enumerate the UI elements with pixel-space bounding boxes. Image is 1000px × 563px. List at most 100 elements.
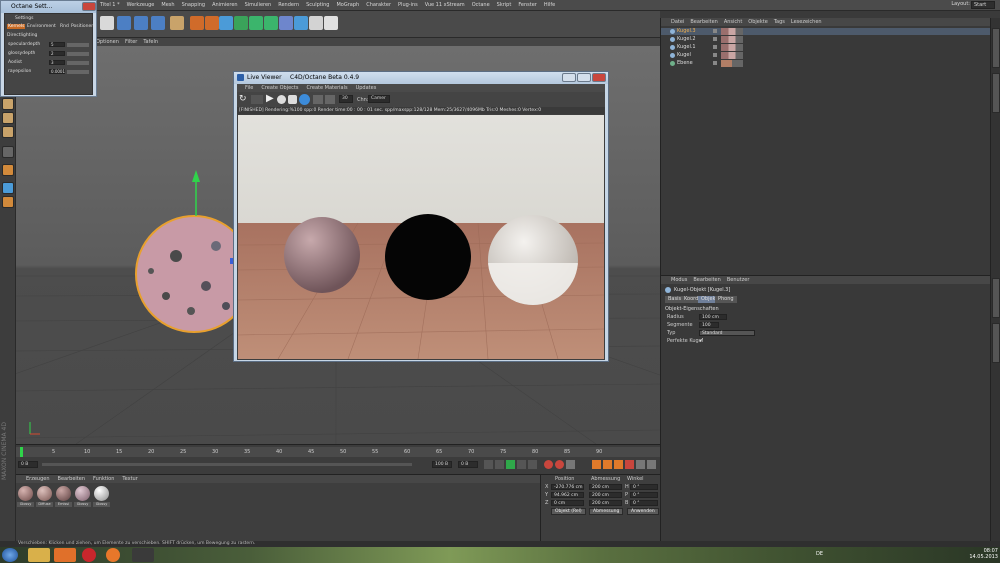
- obj-menu-lesezeichen[interactable]: Lesezeichen: [791, 19, 822, 25]
- size-y-field[interactable]: 200 cm: [589, 492, 622, 498]
- material-tags[interactable]: [721, 60, 743, 67]
- material-tags[interactable]: [721, 36, 743, 43]
- material-tags[interactable]: [721, 52, 743, 59]
- close-icon[interactable]: [82, 2, 96, 11]
- end-frame-field[interactable]: 100 B: [432, 461, 452, 468]
- z-axis-lock-icon[interactable]: [151, 16, 165, 30]
- document-tab[interactable]: Titel 1 *: [100, 2, 120, 8]
- viewport-menu-filter[interactable]: Filter: [125, 39, 137, 45]
- texture-mode-icon[interactable]: [2, 112, 14, 124]
- material-tags[interactable]: [721, 28, 743, 35]
- octane-glossydepth-slider[interactable]: [67, 52, 89, 56]
- spline-icon[interactable]: [249, 16, 263, 30]
- material-swatch[interactable]: [37, 486, 52, 501]
- octane-speculardepth-slider[interactable]: [67, 43, 89, 47]
- position-y-field[interactable]: 94.962 cm: [551, 492, 584, 498]
- language-indicator[interactable]: DE: [816, 551, 823, 557]
- scene-icon[interactable]: [294, 16, 308, 30]
- segments-field[interactable]: 100: [699, 322, 719, 328]
- clock-date[interactable]: 14.05.2013: [969, 554, 998, 560]
- settings-icon[interactable]: [277, 95, 286, 104]
- visibility-switch[interactable]: [713, 45, 717, 49]
- keyframe-selection-icon[interactable]: [566, 460, 575, 469]
- coord-size-select[interactable]: Abmessung: [589, 508, 624, 515]
- size-z-field[interactable]: 200 cm: [589, 500, 622, 506]
- camera-icon[interactable]: [309, 16, 323, 30]
- samples-field[interactable]: 30: [339, 95, 353, 103]
- viewport-menu-optionen[interactable]: Optionen: [96, 39, 119, 45]
- key-rotation-icon[interactable]: [614, 460, 623, 469]
- object-row[interactable]: Kugel.2: [661, 36, 991, 43]
- menu-mograph[interactable]: MoGraph: [336, 2, 359, 8]
- points-mode-icon[interactable]: [2, 146, 14, 158]
- octane-speculardepth-field[interactable]: 5: [49, 42, 65, 47]
- polygons-mode-icon[interactable]: [2, 182, 14, 194]
- render-picture-icon[interactable]: [205, 16, 219, 30]
- type-select[interactable]: Standard: [699, 330, 755, 336]
- coordinate-system-icon[interactable]: [170, 16, 184, 30]
- octane-aodist-slider[interactable]: [67, 61, 89, 65]
- deformer-icon[interactable]: [279, 16, 293, 30]
- y-axis-lock-icon[interactable]: [134, 16, 148, 30]
- playhead[interactable]: [20, 447, 23, 457]
- apply-button[interactable]: Anwenden: [627, 508, 659, 515]
- position-z-field[interactable]: 0 cm: [551, 500, 584, 506]
- visibility-switch[interactable]: [713, 29, 717, 33]
- undo-icon[interactable]: [100, 16, 114, 30]
- mat-menu-bearbeiten[interactable]: Bearbeiten: [58, 476, 85, 482]
- goto-end-icon[interactable]: [528, 460, 537, 469]
- lock-icon[interactable]: [288, 95, 297, 104]
- octane-aodist-field[interactable]: 3: [49, 60, 65, 65]
- edges-mode-icon[interactable]: [2, 164, 14, 176]
- objects-panel-tab[interactable]: [992, 28, 1000, 68]
- octane-tab-environment[interactable]: Environment: [27, 24, 56, 29]
- stop-icon[interactable]: [251, 95, 263, 104]
- object-picker-icon[interactable]: [325, 95, 335, 104]
- mat-menu-erzeugen[interactable]: Erzeugen: [26, 476, 50, 482]
- menu-charakter[interactable]: Charakter: [366, 2, 391, 8]
- key-parameter-icon[interactable]: [625, 460, 634, 469]
- start-frame-field[interactable]: 0 B: [18, 461, 38, 468]
- cube-icon[interactable]: [219, 16, 233, 30]
- menu-werkzeuge[interactable]: Werkzeuge: [127, 2, 155, 8]
- layers-panel-tab[interactable]: [992, 323, 1000, 363]
- key-pla-icon[interactable]: [636, 460, 645, 469]
- octane-glossydepth-field[interactable]: 2: [49, 51, 65, 56]
- material-picker-icon[interactable]: [313, 95, 323, 104]
- octane-tab-kernels[interactable]: Kernels: [7, 24, 26, 29]
- play-forward-icon[interactable]: [506, 460, 515, 469]
- generator-icon[interactable]: [234, 16, 248, 30]
- attr-tab-phong[interactable]: Phong: [715, 296, 737, 303]
- menu-hilfe[interactable]: Hilfe: [544, 2, 555, 8]
- material-swatch[interactable]: [94, 486, 109, 501]
- obj-menu-objekte[interactable]: Objekte: [748, 19, 768, 25]
- render-output[interactable]: [238, 115, 604, 359]
- live-viewer-window[interactable]: Live Viewer C4D/Octane Beta 0.4.9 File C…: [233, 71, 609, 362]
- light-icon[interactable]: [324, 16, 338, 30]
- visibility-switch[interactable]: [713, 37, 717, 41]
- menu-mesh[interactable]: Mesh: [161, 2, 174, 8]
- viewport-menu-tafeln[interactable]: Tafeln: [143, 39, 158, 45]
- channel-select[interactable]: Camer: [368, 95, 390, 103]
- timeline-options-icon[interactable]: [647, 460, 656, 469]
- menu-animieren[interactable]: Animieren: [212, 2, 238, 8]
- live-menu-file[interactable]: File: [245, 85, 253, 91]
- range-slider[interactable]: [42, 463, 412, 466]
- menu-sculpting[interactable]: Sculpting: [306, 2, 329, 8]
- obj-menu-bearbeiten[interactable]: Bearbeiten: [690, 19, 717, 25]
- workplane-icon[interactable]: [2, 126, 14, 138]
- object-row[interactable]: Kugel: [661, 52, 991, 59]
- mat-menu-textur[interactable]: Textur: [122, 476, 137, 482]
- octane-settings-window[interactable]: Octane Sett... Settings Kernels Environm…: [0, 0, 97, 97]
- mat-menu-funktion[interactable]: Funktion: [93, 476, 114, 482]
- model-mode-icon[interactable]: [2, 98, 14, 110]
- refresh-icon[interactable]: ↻: [239, 94, 247, 104]
- attributes-panel-tab[interactable]: [992, 278, 1000, 318]
- live-menu-updates[interactable]: Updates: [356, 85, 377, 91]
- visibility-switch[interactable]: [713, 53, 717, 57]
- menu-rendern[interactable]: Rendern: [278, 2, 299, 8]
- material-tags[interactable]: [721, 44, 743, 51]
- x-axis-lock-icon[interactable]: [117, 16, 131, 30]
- angle-b-field[interactable]: 0 °: [630, 500, 658, 506]
- layout-select[interactable]: Start: [971, 1, 995, 9]
